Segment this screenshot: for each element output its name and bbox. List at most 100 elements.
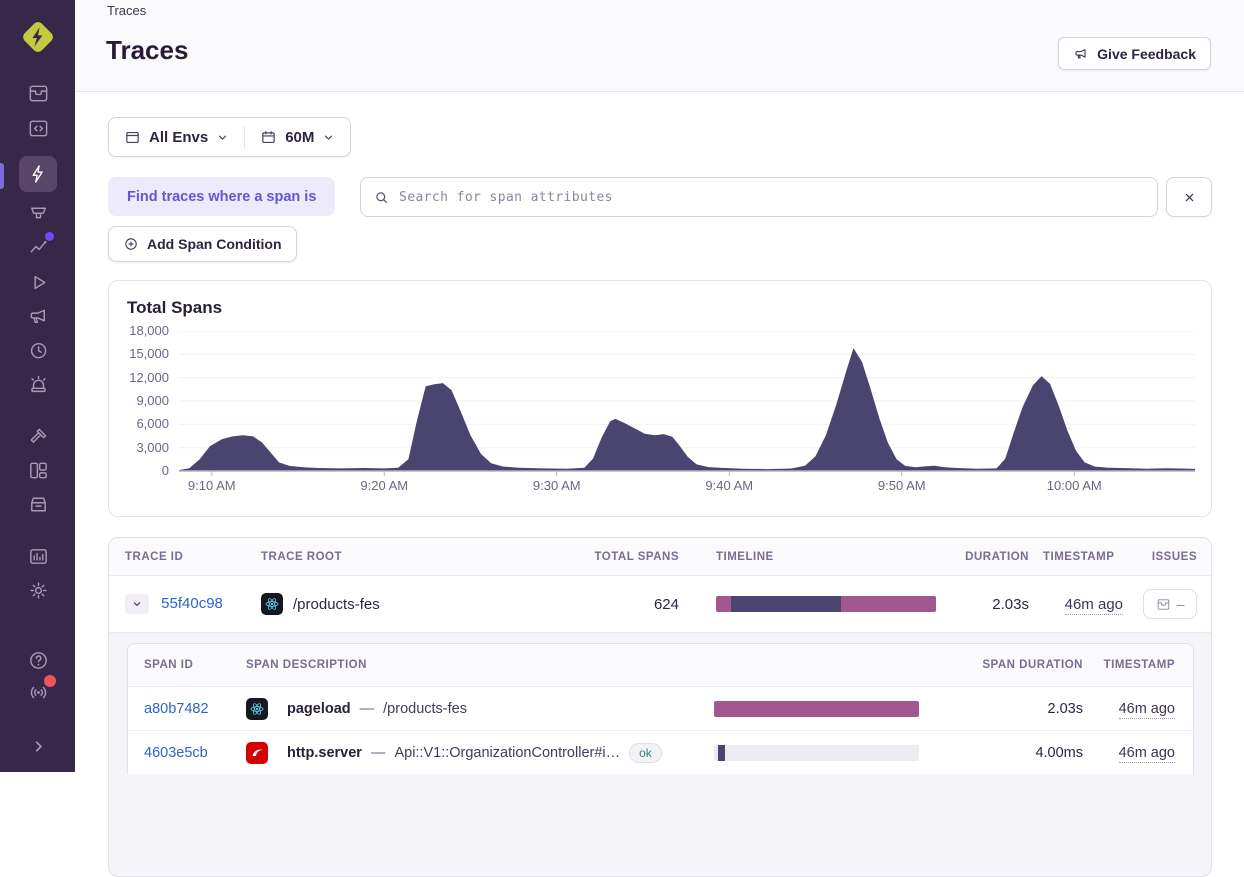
- span-row: a80b7482 pageload — /products-fes 2.03s …: [128, 686, 1193, 730]
- trace-timeline-bar: [716, 596, 936, 612]
- column-header-span-id: SPAN ID: [144, 659, 246, 671]
- span-duration-segment: [714, 701, 919, 717]
- span-op: pageload: [287, 701, 351, 717]
- trace-row: 55f40c98 /products-fes 624 2.03s 46m ago…: [109, 576, 1211, 632]
- sidebar-item-dashboards[interactable]: [26, 458, 50, 482]
- y-axis-tick-label: 9,000: [109, 393, 169, 408]
- column-header-total-spans: TOTAL SPANS: [571, 551, 679, 563]
- sidebar-item-broadcast[interactable]: [26, 680, 50, 704]
- trace-timestamp: 46m ago: [1065, 596, 1123, 615]
- span-duration-bar: [714, 745, 919, 761]
- span-table-header: SPAN ID SPAN DESCRIPTION SPAN DURATION T…: [128, 644, 1193, 686]
- span-duration-bar: [714, 701, 919, 717]
- y-axis-tick-label: 3,000: [109, 440, 169, 455]
- sidebar-item-issues[interactable]: [26, 81, 50, 105]
- sidebar-item-collapse[interactable]: [26, 734, 50, 758]
- issues-cell-button[interactable]: –: [1143, 589, 1197, 619]
- y-axis-tick-label: 0: [109, 463, 169, 478]
- give-feedback-button[interactable]: Give Feedback: [1058, 37, 1211, 70]
- x-axis-tick-label: 9:40 AM: [684, 478, 774, 493]
- span-description: Api::V1::OrganizationController#i…: [394, 745, 620, 761]
- column-header-trace-root: TRACE ROOT: [261, 551, 571, 563]
- trace-id-link[interactable]: 55f40c98: [161, 595, 223, 612]
- total-spans-chart-panel: Total Spans 18,00015,00012,0009,0006,000…: [108, 280, 1212, 517]
- environment-filter[interactable]: All Envs: [109, 118, 244, 156]
- red-dot-badge: [44, 675, 56, 687]
- timeline-segment: [716, 596, 731, 612]
- column-header-span-description: SPAN DESCRIPTION: [246, 659, 714, 671]
- traces-table-panel: TRACE ID TRACE ROOT TOTAL SPANS TIMELINE…: [108, 537, 1212, 877]
- span-duration-segment: [718, 745, 725, 761]
- traces-table-header: TRACE ID TRACE ROOT TOTAL SPANS TIMELINE…: [109, 538, 1211, 576]
- add-span-condition-button[interactable]: Add Span Condition: [108, 226, 297, 262]
- main-content: All Envs 60M Find traces where a span is…: [75, 93, 1244, 772]
- react-icon: [246, 698, 268, 720]
- sidebar-item-history[interactable]: [26, 338, 50, 362]
- query-builder-label: Find traces where a span is: [108, 177, 335, 216]
- sidebar-item-archive[interactable]: [26, 492, 50, 516]
- span-timestamp: 46m ago: [1119, 745, 1175, 763]
- page-header: Traces Traces Give Feedback: [75, 0, 1244, 92]
- page-filter-bar: All Envs 60M: [108, 117, 351, 157]
- column-header-span-timestamp: TIMESTAMP: [1083, 659, 1179, 671]
- sidebar-item-replays[interactable]: [26, 270, 50, 294]
- span-table: SPAN ID SPAN DESCRIPTION SPAN DURATION T…: [127, 643, 1194, 774]
- y-axis-tick-label: 18,000: [109, 323, 169, 338]
- react-icon: [261, 593, 283, 615]
- sidebar-item-traces[interactable]: [19, 156, 57, 192]
- plus-circle-icon: [123, 236, 139, 252]
- window-icon: [124, 129, 141, 146]
- span-id-link[interactable]: a80b7482: [144, 701, 209, 717]
- chart-title: Total Spans: [127, 298, 222, 318]
- status-badge: ok: [629, 743, 662, 763]
- sidebar-item-stats[interactable]: [26, 544, 50, 568]
- sidebar-item-insights[interactable]: [26, 235, 50, 259]
- x-axis-tick-label: 9:20 AM: [339, 478, 429, 493]
- sidebar-item-releases[interactable]: [26, 424, 50, 448]
- calendar-icon: [260, 129, 277, 146]
- search-input[interactable]: [399, 190, 1145, 205]
- time-period-filter[interactable]: 60M: [245, 118, 350, 156]
- span-duration: 4.00ms: [919, 745, 1083, 761]
- chevron-down-icon: [322, 131, 335, 144]
- purple-dot-badge: [45, 232, 54, 241]
- sidebar-item-alerts[interactable]: [26, 372, 50, 396]
- y-axis-tick-label: 12,000: [109, 370, 169, 385]
- x-axis-tick-label: 9:10 AM: [167, 478, 257, 493]
- span-search-box: [360, 177, 1158, 217]
- column-header-issues: ISSUES: [1131, 551, 1197, 563]
- total-spans-area-chart: [179, 331, 1195, 479]
- span-timestamp: 46m ago: [1119, 701, 1175, 719]
- collapse-trace-button[interactable]: [125, 594, 149, 614]
- separator: —: [371, 745, 386, 761]
- y-axis-tick-label: 6,000: [109, 416, 169, 431]
- column-header-timestamp: TIMESTAMP: [1029, 551, 1131, 563]
- sidebar-item-feedback[interactable]: [26, 304, 50, 328]
- chevron-down-icon: [130, 597, 144, 611]
- active-nav-indicator: [0, 163, 4, 189]
- span-id-link[interactable]: 4603e5cb: [144, 745, 208, 761]
- search-icon: [373, 189, 390, 206]
- total-spans-value: 624: [571, 596, 679, 613]
- sidebar-item-settings[interactable]: [26, 578, 50, 602]
- x-axis-tick-label: 9:30 AM: [512, 478, 602, 493]
- rails-icon: [246, 742, 268, 764]
- span-op: http.server: [287, 745, 362, 761]
- timeline-segment: [731, 596, 841, 612]
- trace-duration: 2.03s: [936, 596, 1029, 613]
- sidebar-item-help[interactable]: [26, 648, 50, 672]
- x-axis-tick-label: 10:00 AM: [1029, 478, 1119, 493]
- trace-root-name: /products-fes: [293, 596, 380, 613]
- sidebar-item-queries[interactable]: [26, 201, 50, 225]
- issues-icon: [1156, 597, 1171, 612]
- app-logo-icon[interactable]: [16, 15, 60, 63]
- column-header-span-duration: SPAN DURATION: [919, 659, 1083, 671]
- close-icon: [1181, 189, 1198, 206]
- sidebar-item-explore[interactable]: [26, 116, 50, 140]
- clear-search-button[interactable]: [1166, 177, 1212, 217]
- span-row: 4603e5cb http.server — Api::V1::Organiza…: [128, 730, 1193, 774]
- expanded-trace-section: SPAN ID SPAN DESCRIPTION SPAN DURATION T…: [109, 632, 1211, 877]
- column-header-timeline: TIMELINE: [716, 551, 936, 563]
- breadcrumb[interactable]: Traces: [107, 3, 146, 18]
- span-duration: 2.03s: [919, 701, 1083, 717]
